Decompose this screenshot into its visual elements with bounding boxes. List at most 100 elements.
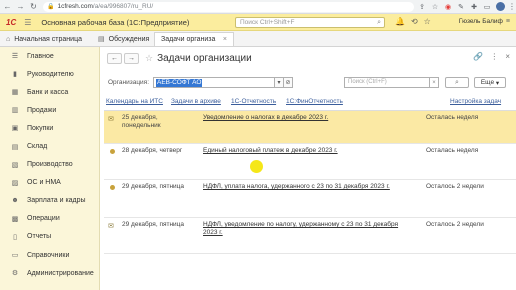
link-icon[interactable]: 🔗 (473, 52, 483, 61)
sidebar-item-label: ОС и НМА (27, 179, 61, 187)
global-search-placeholder: Поиск Ctrl+Shift+F (240, 19, 295, 26)
sidebar-item-warehouse[interactable]: ▤ Склад (0, 137, 99, 155)
reporting-link[interactable]: 1С-Отчетность (231, 98, 276, 105)
title-row: ← → ☆ Задачи организации 🔗 ⋮ × (100, 47, 516, 69)
chat-icon: ▤ (98, 36, 105, 43)
warehouse-icon: ▤ (11, 143, 19, 151)
table-row[interactable]: 28 декабря, четверг Единый налоговый пла… (104, 144, 516, 180)
time-left: Осталось 2 недели (426, 183, 484, 190)
task-settings-link[interactable]: Настройка задач (450, 98, 501, 105)
sidebar-item-bank[interactable]: ▦ Банк и касса (0, 83, 99, 101)
sidebar-item-manager[interactable]: ▮ Руководителю (0, 65, 99, 83)
fin-reporting-link[interactable]: 1С:ФинОтчетность (286, 98, 343, 105)
open-link-icon[interactable]: ⊘ (284, 76, 294, 88)
organization-field[interactable]: АЕВ-СОФТ АО (153, 76, 276, 88)
time-left: Осталась неделя (426, 114, 479, 121)
dropdown-arrow-icon[interactable]: ▾ (275, 76, 285, 88)
time-left: Осталось 2 недели (426, 221, 484, 228)
task-link[interactable]: Уведомление о налогах в декабре 2023 г. (203, 114, 413, 122)
table-row[interactable]: ✉ 29 декабря, пятница НДФЛ, уведомление … (104, 218, 516, 254)
sidebar-item-label: Отчеты (27, 233, 52, 241)
url-path: /a/ea/996807/ru_RU/ (92, 3, 154, 10)
forward-button[interactable]: → (124, 52, 139, 64)
search-placeholder: Поиск (Ctrl+F) (348, 79, 387, 85)
sidebar-item-label: Покупки (27, 124, 54, 132)
global-search-input[interactable]: Поиск Ctrl+Shift+F ⌕ (235, 17, 385, 28)
extension-icon[interactable]: ✎ (456, 2, 466, 12)
url-host: 1cfresh.com (57, 3, 93, 10)
clear-search-icon[interactable]: × (430, 77, 439, 88)
filter-row: Организация: АЕВ-СОФТ АО ▾ ⊘ Поиск (Ctrl… (100, 75, 516, 89)
sidebar-item-catalogs[interactable]: ▭ Справочники (0, 246, 99, 264)
forward-icon[interactable]: → (15, 1, 26, 12)
base-title: Основная рабочая база (1С:Предприятие) (41, 17, 190, 27)
sidebar-item-label: Справочники (27, 251, 70, 259)
settings-icon[interactable]: ≡ (506, 18, 510, 25)
close-icon[interactable]: × (505, 52, 510, 61)
task-link[interactable]: НДФЛ, уплата налога, удержанного с 23 по… (203, 183, 413, 191)
sidebar-item-admin[interactable]: ⚙ Администрирование (0, 264, 99, 282)
user-menu[interactable]: Гюзель Балиф ≡ (459, 18, 510, 25)
sidebar-item-salary[interactable]: ☻ Зарплата и кадры (0, 192, 99, 210)
sidebar-item-label: Зарплата и кадры (27, 197, 86, 205)
share-icon[interactable]: ⇪ (417, 2, 427, 12)
browser-menu-icon[interactable]: ⋮ (508, 2, 516, 11)
sidebar-item-label: Администрирование (27, 269, 94, 277)
back-icon[interactable]: ← (2, 1, 13, 12)
app-header: 1С ☰ Основная рабочая база (1С:Предприят… (0, 14, 516, 31)
favorites-star-icon[interactable]: ☆ (424, 17, 431, 26)
favorite-star-icon[interactable]: ☆ (145, 53, 153, 64)
assets-icon: ▨ (11, 179, 19, 187)
factory-icon: ▧ (11, 161, 19, 169)
main-panel: ← → ☆ Задачи организации 🔗 ⋮ × Организац… (100, 47, 516, 290)
sidebar-item-main[interactable]: ☰ Главное (0, 47, 99, 65)
sidebar-item-production[interactable]: ▧ Производство (0, 156, 99, 174)
history-icon[interactable]: ⟲ (411, 17, 418, 26)
browser-toolbar: ← → ↻ 🔒 1cfresh.com/a/ea/996807/ru_RU/ ⇪… (0, 0, 516, 14)
sidebar-item-operations[interactable]: ▩ Операции (0, 210, 99, 228)
sidebar-item-reports[interactable]: ▯ Отчеты (0, 228, 99, 246)
task-date: 25 декабря, понедельник (122, 114, 161, 129)
tab-organization-tasks[interactable]: Задачи организа × (154, 32, 234, 46)
reload-icon[interactable]: ↻ (28, 1, 39, 12)
tab-discussions[interactable]: ▤ Обсуждения (92, 32, 154, 46)
puzzle-icon[interactable]: ✚ (469, 2, 479, 12)
address-bar[interactable]: 🔒 1cfresh.com/a/ea/996807/ru_RU/ (43, 1, 414, 12)
archive-link[interactable]: Задачи в архиве (171, 98, 221, 105)
tab-home[interactable]: ⌂ Начальная страница (0, 32, 92, 46)
table-row[interactable]: 29 декабря, пятница НДФЛ, уплата налога,… (104, 180, 516, 218)
sidebar-item-label: Склад (27, 143, 48, 151)
sidebar-item-label: Операции (27, 215, 60, 223)
user-name: Гюзель Балиф (458, 18, 503, 25)
sidebar-toggle-icon[interactable]: ▭ (482, 2, 492, 12)
table-row[interactable]: ✉ 25 декабря, понедельник Уведомление о … (104, 111, 516, 144)
mouse-cursor-highlight (250, 160, 263, 173)
menu-icon: ☰ (11, 53, 19, 61)
calendar-link[interactable]: Календарь на ИТС (106, 98, 163, 105)
payment-icon (110, 185, 115, 190)
sidebar-item-label: Продажи (27, 106, 57, 114)
sections-sidebar: ☰ Главное ▮ Руководителю ▦ Банк и касса ▥ Пр… (0, 47, 100, 290)
search-icon[interactable]: ⌕ (377, 18, 381, 27)
sidebar-item-assets[interactable]: ▨ ОС и НМА (0, 174, 99, 192)
more-actions-icon[interactable]: ⋮ (490, 52, 498, 61)
opera-extension-icon[interactable]: ◉ (443, 2, 453, 12)
sidebar-item-purchases[interactable]: ▣ Покупки (0, 119, 99, 137)
time-left: Осталась неделя (426, 147, 479, 154)
profile-avatar[interactable] (496, 2, 505, 11)
sections-menu-icon[interactable]: ☰ (24, 18, 31, 27)
task-link[interactable]: Единый налоговый платеж в декабре 2023 г… (203, 147, 413, 155)
close-tab-icon[interactable]: × (223, 36, 227, 43)
bell-icon[interactable]: 🔔 (395, 17, 405, 26)
task-link[interactable]: НДФЛ, уведомление по налогу, удержанному… (203, 221, 413, 237)
bank-icon: ▦ (11, 89, 19, 97)
search-button[interactable]: ⌕ (445, 77, 469, 88)
task-date: 29 декабря, пятница (122, 183, 185, 190)
sidebar-item-sales[interactable]: ▥ Продажи (0, 101, 99, 119)
search-input[interactable]: Поиск (Ctrl+F) (344, 77, 430, 88)
bookmark-star-icon[interactable]: ☆ (430, 2, 440, 12)
basket-icon: ▣ (11, 125, 19, 133)
back-button[interactable]: ← (107, 52, 122, 64)
gear-icon: ⚙ (11, 270, 19, 278)
more-button[interactable]: Еще ▾ (474, 77, 506, 88)
